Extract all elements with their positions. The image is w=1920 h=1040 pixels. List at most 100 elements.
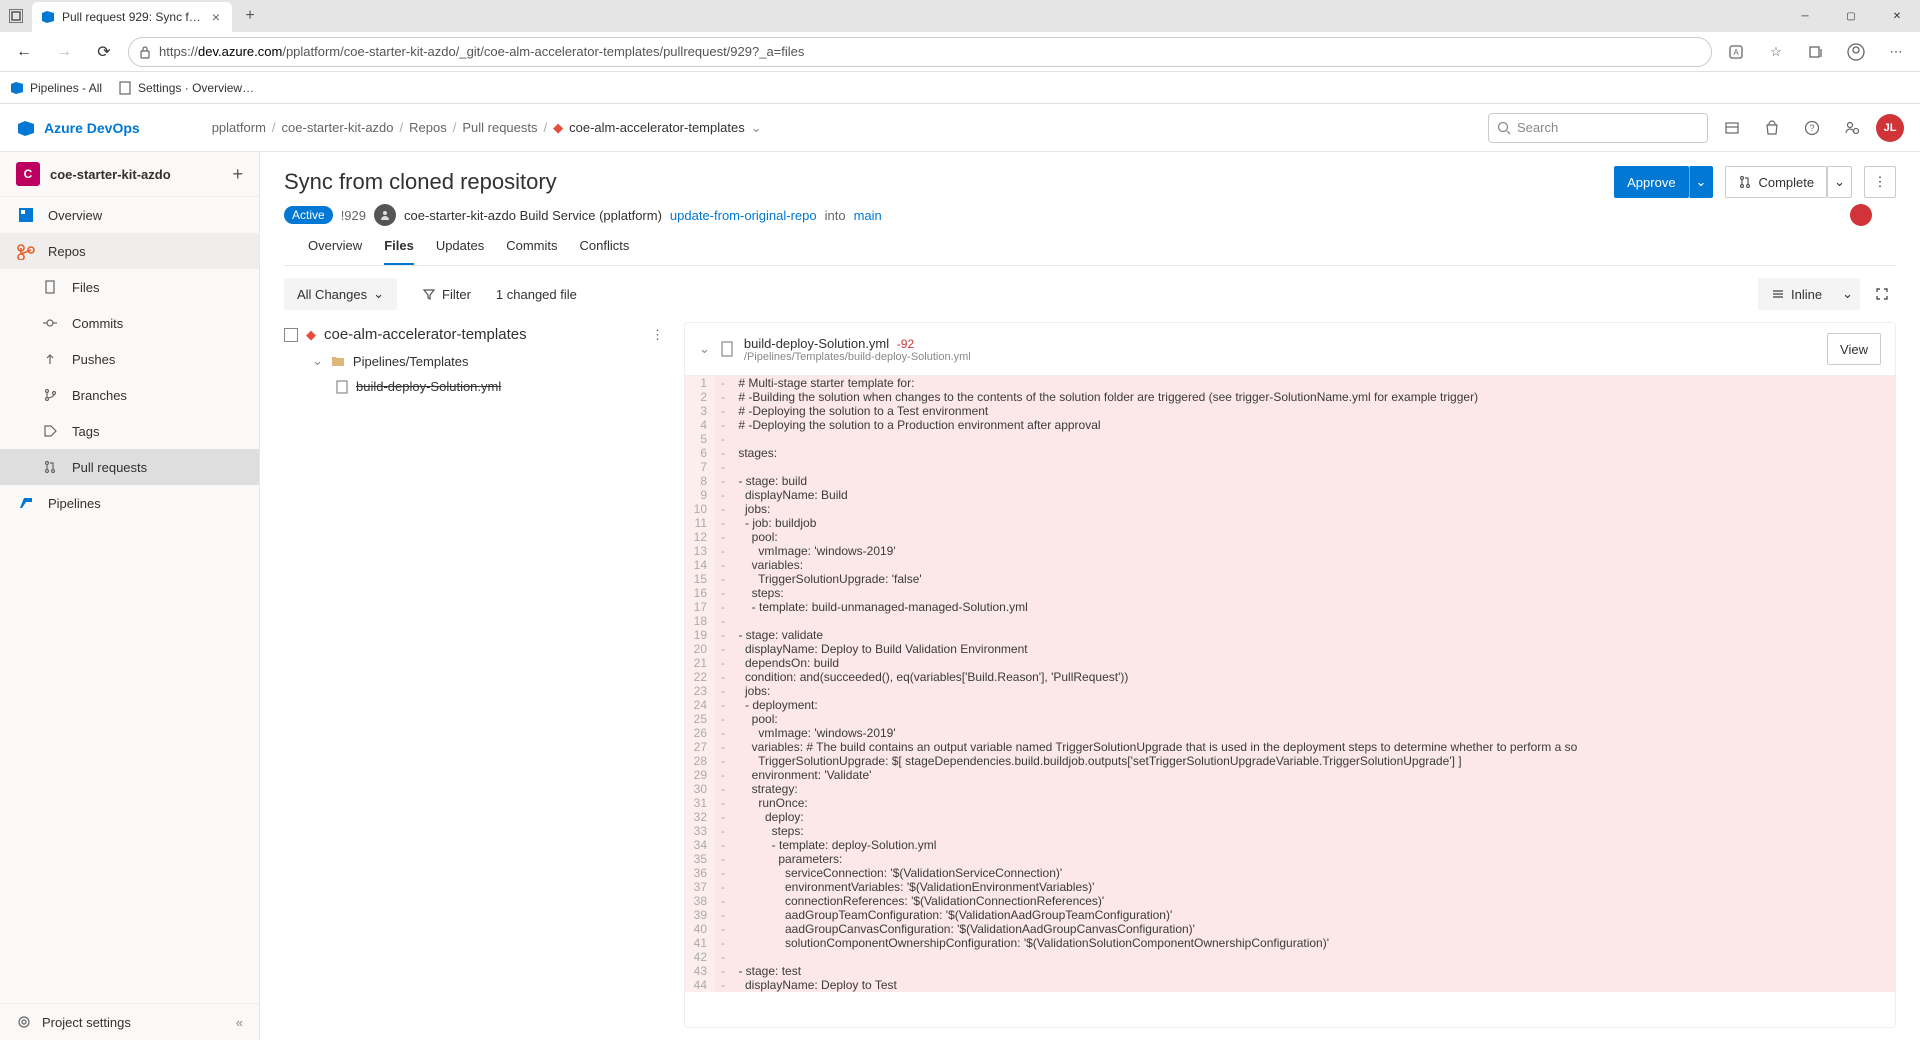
approve-button[interactable]: Approve <box>1614 166 1688 198</box>
minimize-button[interactable]: ─ <box>1782 0 1828 32</box>
reading-mode-icon[interactable]: A <box>1720 36 1752 68</box>
new-tab-button[interactable]: + <box>236 2 264 30</box>
tree-checkbox[interactable] <box>284 328 298 342</box>
all-changes-dropdown[interactable]: All Changes ⌄ <box>284 278 397 310</box>
tab-updates[interactable]: Updates <box>436 238 484 265</box>
pr-meta: Active !929 coe-starter-kit-azdo Build S… <box>284 204 1896 226</box>
breadcrumb-org[interactable]: pplatform <box>212 120 266 135</box>
tree-more-icon[interactable]: ⋮ <box>651 327 664 343</box>
nav-commits[interactable]: Commits <box>0 305 259 341</box>
diff-line: 21- dependsOn: build <box>685 656 1895 670</box>
diff-line: 42- <box>685 950 1895 964</box>
diff-line: 38- connectionReferences: '$(ValidationC… <box>685 894 1895 908</box>
collections-icon[interactable] <box>1800 36 1832 68</box>
bookmark-item[interactable]: Settings · Overview… <box>118 81 254 95</box>
breadcrumb-repo[interactable]: coe-alm-accelerator-templates <box>569 120 745 135</box>
close-window-button[interactable]: ✕ <box>1874 0 1920 32</box>
approve-dropdown[interactable]: ⌄ <box>1689 166 1714 198</box>
diff-line: 35- parameters: <box>685 852 1895 866</box>
project-add-icon[interactable]: + <box>232 164 243 185</box>
nav-pipelines[interactable]: Pipelines <box>0 485 259 521</box>
azdo-logo[interactable]: Azure DevOps <box>16 118 140 138</box>
nav-pull-requests[interactable]: Pull requests <box>0 449 259 485</box>
diff-line: 8- - stage: build <box>685 474 1895 488</box>
browser-tab[interactable]: Pull request 929: Sync from clon… × <box>32 2 232 32</box>
inline-toggle[interactable]: Inline <box>1758 278 1835 310</box>
marketplace-icon[interactable] <box>1716 112 1748 144</box>
tab-overview[interactable]: Overview <box>308 238 362 265</box>
breadcrumb-section[interactable]: Repos <box>409 120 447 135</box>
nav-pushes[interactable]: Pushes <box>0 341 259 377</box>
diff-line: 41- solutionComponentOwnershipConfigurat… <box>685 936 1895 950</box>
diff-line: 22- condition: and(succeeded(), eq(varia… <box>685 670 1895 684</box>
profile-icon[interactable] <box>1840 36 1872 68</box>
breadcrumb-subsection[interactable]: Pull requests <box>462 120 537 135</box>
author-avatar <box>374 204 396 226</box>
menu-icon[interactable]: ⋯ <box>1880 36 1912 68</box>
diff-line: 34- - template: deploy-Solution.yml <box>685 838 1895 852</box>
bookmark-item[interactable]: Pipelines - All <box>10 81 102 95</box>
search-input[interactable]: Search <box>1488 113 1708 143</box>
search-icon <box>1497 121 1511 135</box>
project-icon: C <box>16 162 40 186</box>
diff-line: 39- aadGroupTeamConfiguration: '$(Valida… <box>685 908 1895 922</box>
header-right: Search ? JL <box>1488 112 1904 144</box>
favorites-icon[interactable]: ☆ <box>1760 36 1792 68</box>
chevron-down-icon[interactable]: ⌄ <box>699 341 710 357</box>
left-sidebar: C coe-starter-kit-azdo + Overview Repos … <box>0 152 260 1040</box>
nav-overview[interactable]: Overview <box>0 197 259 233</box>
address-bar[interactable]: https://dev.azure.com/pplatform/coe-star… <box>128 37 1712 67</box>
diff-line: 33- steps: <box>685 824 1895 838</box>
diff-line: 5- <box>685 432 1895 446</box>
diff-header: ⌄ build-deploy-Solution.yml -92 /Pipelin… <box>685 323 1895 376</box>
back-button[interactable]: ← <box>8 36 40 68</box>
tree-root[interactable]: ◆ coe-alm-accelerator-templates ⋮ <box>284 322 664 347</box>
reviewer-avatar[interactable] <box>1850 204 1872 226</box>
bookmarks-bar: Pipelines - All Settings · Overview… <box>0 72 1920 104</box>
chevron-down-icon[interactable]: ⌄ <box>751 120 762 136</box>
complete-button[interactable]: Complete <box>1725 166 1827 198</box>
tree-folder[interactable]: ⌄ Pipelines/Templates <box>284 347 664 375</box>
inline-dropdown[interactable]: ⌄ <box>1835 278 1860 310</box>
svg-text:?: ? <box>1809 123 1814 133</box>
tab-close-icon[interactable]: × <box>208 9 224 25</box>
collapse-sidebar-icon[interactable]: « <box>236 1015 243 1030</box>
maximize-button[interactable]: ▢ <box>1828 0 1874 32</box>
nav-files[interactable]: Files <box>0 269 259 305</box>
tree-file[interactable]: build-deploy-Solution.yml <box>284 375 664 398</box>
help-icon[interactable]: ? <box>1796 112 1828 144</box>
source-branch-link[interactable]: update-from-original-repo <box>670 208 817 223</box>
tab-conflicts[interactable]: Conflicts <box>580 238 630 265</box>
diff-line: 3- # -Deploying the solution to a Test e… <box>685 404 1895 418</box>
breadcrumb-project[interactable]: coe-starter-kit-azdo <box>282 120 394 135</box>
branches-icon <box>40 385 60 405</box>
user-settings-icon[interactable] <box>1836 112 1868 144</box>
pr-more-button[interactable]: ⋮ <box>1864 166 1896 198</box>
diff-line: 24- - deployment: <box>685 698 1895 712</box>
tab-commits[interactable]: Commits <box>506 238 557 265</box>
pr-status-badge: Active <box>284 206 333 224</box>
complete-dropdown[interactable]: ⌄ <box>1827 166 1852 198</box>
forward-button[interactable]: → <box>48 36 80 68</box>
sidebar-footer: Project settings « <box>0 1003 259 1040</box>
project-settings-link[interactable]: Project settings <box>42 1015 131 1030</box>
diff-body[interactable]: 1- # Multi-stage starter template for:2-… <box>685 376 1895 1027</box>
nav-repos[interactable]: Repos <box>0 233 259 269</box>
filter-button[interactable]: Filter <box>409 278 484 310</box>
fullscreen-button[interactable] <box>1868 278 1896 310</box>
nav-branches[interactable]: Branches <box>0 377 259 413</box>
filter-row: All Changes ⌄ Filter 1 changed file Inli… <box>260 266 1920 322</box>
target-branch-link[interactable]: main <box>854 208 882 223</box>
diff-line: 13- vmImage: 'windows-2019' <box>685 544 1895 558</box>
refresh-button[interactable]: ⟳ <box>88 36 120 68</box>
tab-files[interactable]: Files <box>384 238 414 265</box>
user-avatar[interactable]: JL <box>1876 114 1904 142</box>
view-file-button[interactable]: View <box>1827 333 1881 365</box>
project-selector[interactable]: C coe-starter-kit-azdo + <box>0 152 259 197</box>
files-icon <box>40 277 60 297</box>
pr-tabs: Overview Files Updates Commits Conflicts <box>284 226 1896 266</box>
diff-line: 10- jobs: <box>685 502 1895 516</box>
nav-tags[interactable]: Tags <box>0 413 259 449</box>
pr-header: Sync from cloned repository Approve ⌄ Co… <box>260 152 1920 266</box>
shopping-bag-icon[interactable] <box>1756 112 1788 144</box>
